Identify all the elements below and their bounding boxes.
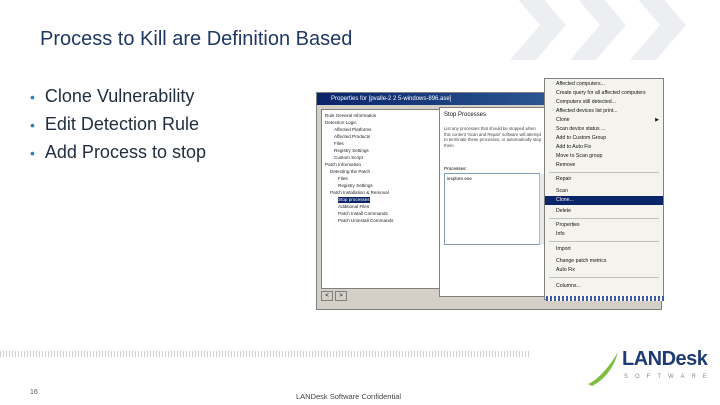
tree-item[interactable]: Affected Platforms [334, 127, 371, 133]
tree-item[interactable]: Detecting the Patch [330, 169, 370, 175]
menu-item[interactable]: Create query for all affected computers [545, 89, 663, 98]
tree-item[interactable]: Files [334, 141, 344, 147]
chevron-decoration-icon [510, 0, 566, 60]
menu-item[interactable]: Affected devices list print... [545, 107, 663, 116]
footer-confidential: LANDesk Software Confidential [296, 392, 402, 401]
bullet-item: • Clone Vulnerability [30, 82, 206, 110]
menu-item[interactable]: Properties [545, 221, 663, 230]
menu-item[interactable]: Change patch metrics [545, 257, 663, 266]
bullet-icon: • [30, 89, 35, 105]
processes-label: Processes: [444, 166, 467, 171]
stop-processes-panel: Stop Processes List any processes that s… [439, 107, 547, 297]
chevron-decoration-icon [570, 0, 626, 60]
bullet-list: • Clone Vulnerability • Edit Detection Rul… [30, 82, 206, 166]
landesk-logo: LANDesk [622, 348, 708, 370]
context-menu: Affected computers... Create query for a… [544, 78, 664, 300]
bullet-item: • Edit Detection Rule [30, 110, 206, 138]
menu-separator [549, 241, 659, 242]
back-button[interactable]: < [321, 291, 333, 301]
tree-item[interactable]: Patch Install Commands [338, 211, 388, 217]
menu-item[interactable]: Remove [545, 161, 663, 170]
menu-item[interactable]: Scan [545, 187, 663, 196]
processes-list[interactable]: iexplore.exe [444, 173, 547, 245]
menu-item[interactable]: Auto Fix [545, 266, 663, 275]
tree-item[interactable]: Patch Installation & Removal [330, 190, 389, 196]
tree-item[interactable]: Files [338, 176, 348, 182]
menu-item-label: Clone [556, 117, 570, 123]
menu-item[interactable]: Delete [545, 207, 663, 216]
bullet-text: Edit Detection Rule [44, 114, 199, 134]
bullet-icon: • [30, 145, 35, 161]
menu-item[interactable]: Computers still detected... [545, 98, 663, 107]
slide-title: Process to Kill are Definition Based [40, 28, 353, 50]
tree-item[interactable]: Registry Settings [338, 183, 373, 189]
menu-item[interactable]: Add to Auto Fix [545, 143, 663, 152]
chevron-decoration-icon [630, 0, 686, 60]
page-number: 16 [30, 389, 38, 396]
status-strip [546, 296, 664, 301]
menu-item[interactable]: Clone ▶ [545, 116, 663, 125]
menu-item[interactable]: Info [545, 230, 663, 239]
process-item[interactable]: iexplore.exe [447, 176, 472, 181]
tree-item[interactable]: Detection Logic [325, 120, 357, 126]
menu-item[interactable]: Add to Custom Group [545, 134, 663, 143]
menu-separator [549, 172, 659, 173]
logo-swoosh-icon [588, 352, 618, 386]
menu-item[interactable]: Repair [545, 175, 663, 184]
menu-item[interactable]: Import [545, 245, 663, 254]
properties-tree[interactable]: Rule General Information Detection Logic… [321, 109, 449, 289]
menu-item[interactable]: Affected computers... [545, 80, 663, 89]
menu-separator [549, 218, 659, 219]
panel-title: Stop Processes [444, 112, 487, 118]
submenu-arrow-icon: ▶ [655, 117, 659, 123]
tree-item[interactable]: Additional Files [338, 204, 369, 210]
tree-item[interactable]: Affected Products [334, 134, 370, 140]
tree-item[interactable]: Custom Script [334, 155, 363, 161]
menu-item[interactable]: Columns... [545, 282, 663, 291]
tree-item[interactable]: Rule General Information [325, 113, 376, 119]
bullet-text: Clone Vulnerability [44, 86, 195, 106]
menu-item[interactable]: Move to Scan group [545, 152, 663, 161]
bullet-icon: • [30, 117, 35, 133]
footer-dotted-band [0, 351, 530, 357]
logo-subtitle: SOFTWARE [624, 374, 714, 380]
panel-description: List any processes that should be stoppe… [444, 126, 541, 148]
tree-item-selected[interactable]: Stop processes [338, 197, 370, 203]
menu-item-clone-highlighted[interactable]: Clone... [545, 196, 663, 205]
bullet-item: • Add Process to stop [30, 138, 206, 166]
bullet-text: Add Process to stop [44, 142, 206, 162]
tree-item[interactable]: Patch Information [325, 162, 361, 168]
tree-item[interactable]: Registry Settings [334, 148, 369, 154]
tree-item[interactable]: Patch Uninstall Commands [338, 218, 393, 224]
menu-separator [549, 277, 659, 278]
forward-button[interactable]: > [335, 291, 347, 301]
menu-item[interactable]: Scan device status ... [545, 125, 663, 134]
